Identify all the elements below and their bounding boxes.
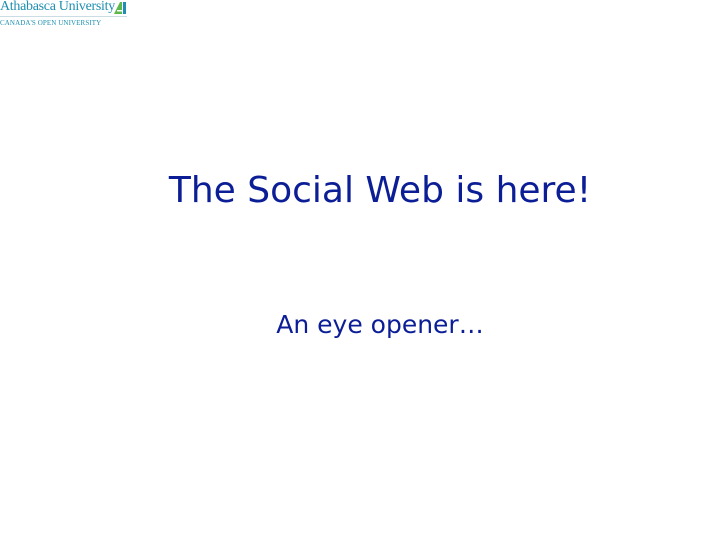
- logo-divider: [0, 16, 127, 17]
- logo-name: Athabasca University: [0, 0, 115, 14]
- logo-tagline: CANADA'S OPEN UNIVERSITY: [0, 19, 102, 27]
- slide-title: The Social Web is here!: [168, 170, 592, 211]
- university-logo: Athabasca University CANADA'S OPEN UNIVE…: [0, 0, 140, 32]
- slide: Athabasca University CANADA'S OPEN UNIVE…: [0, 0, 728, 546]
- athabasca-a-icon: [114, 1, 127, 14]
- slide-subtitle: An eye opener…: [276, 310, 484, 339]
